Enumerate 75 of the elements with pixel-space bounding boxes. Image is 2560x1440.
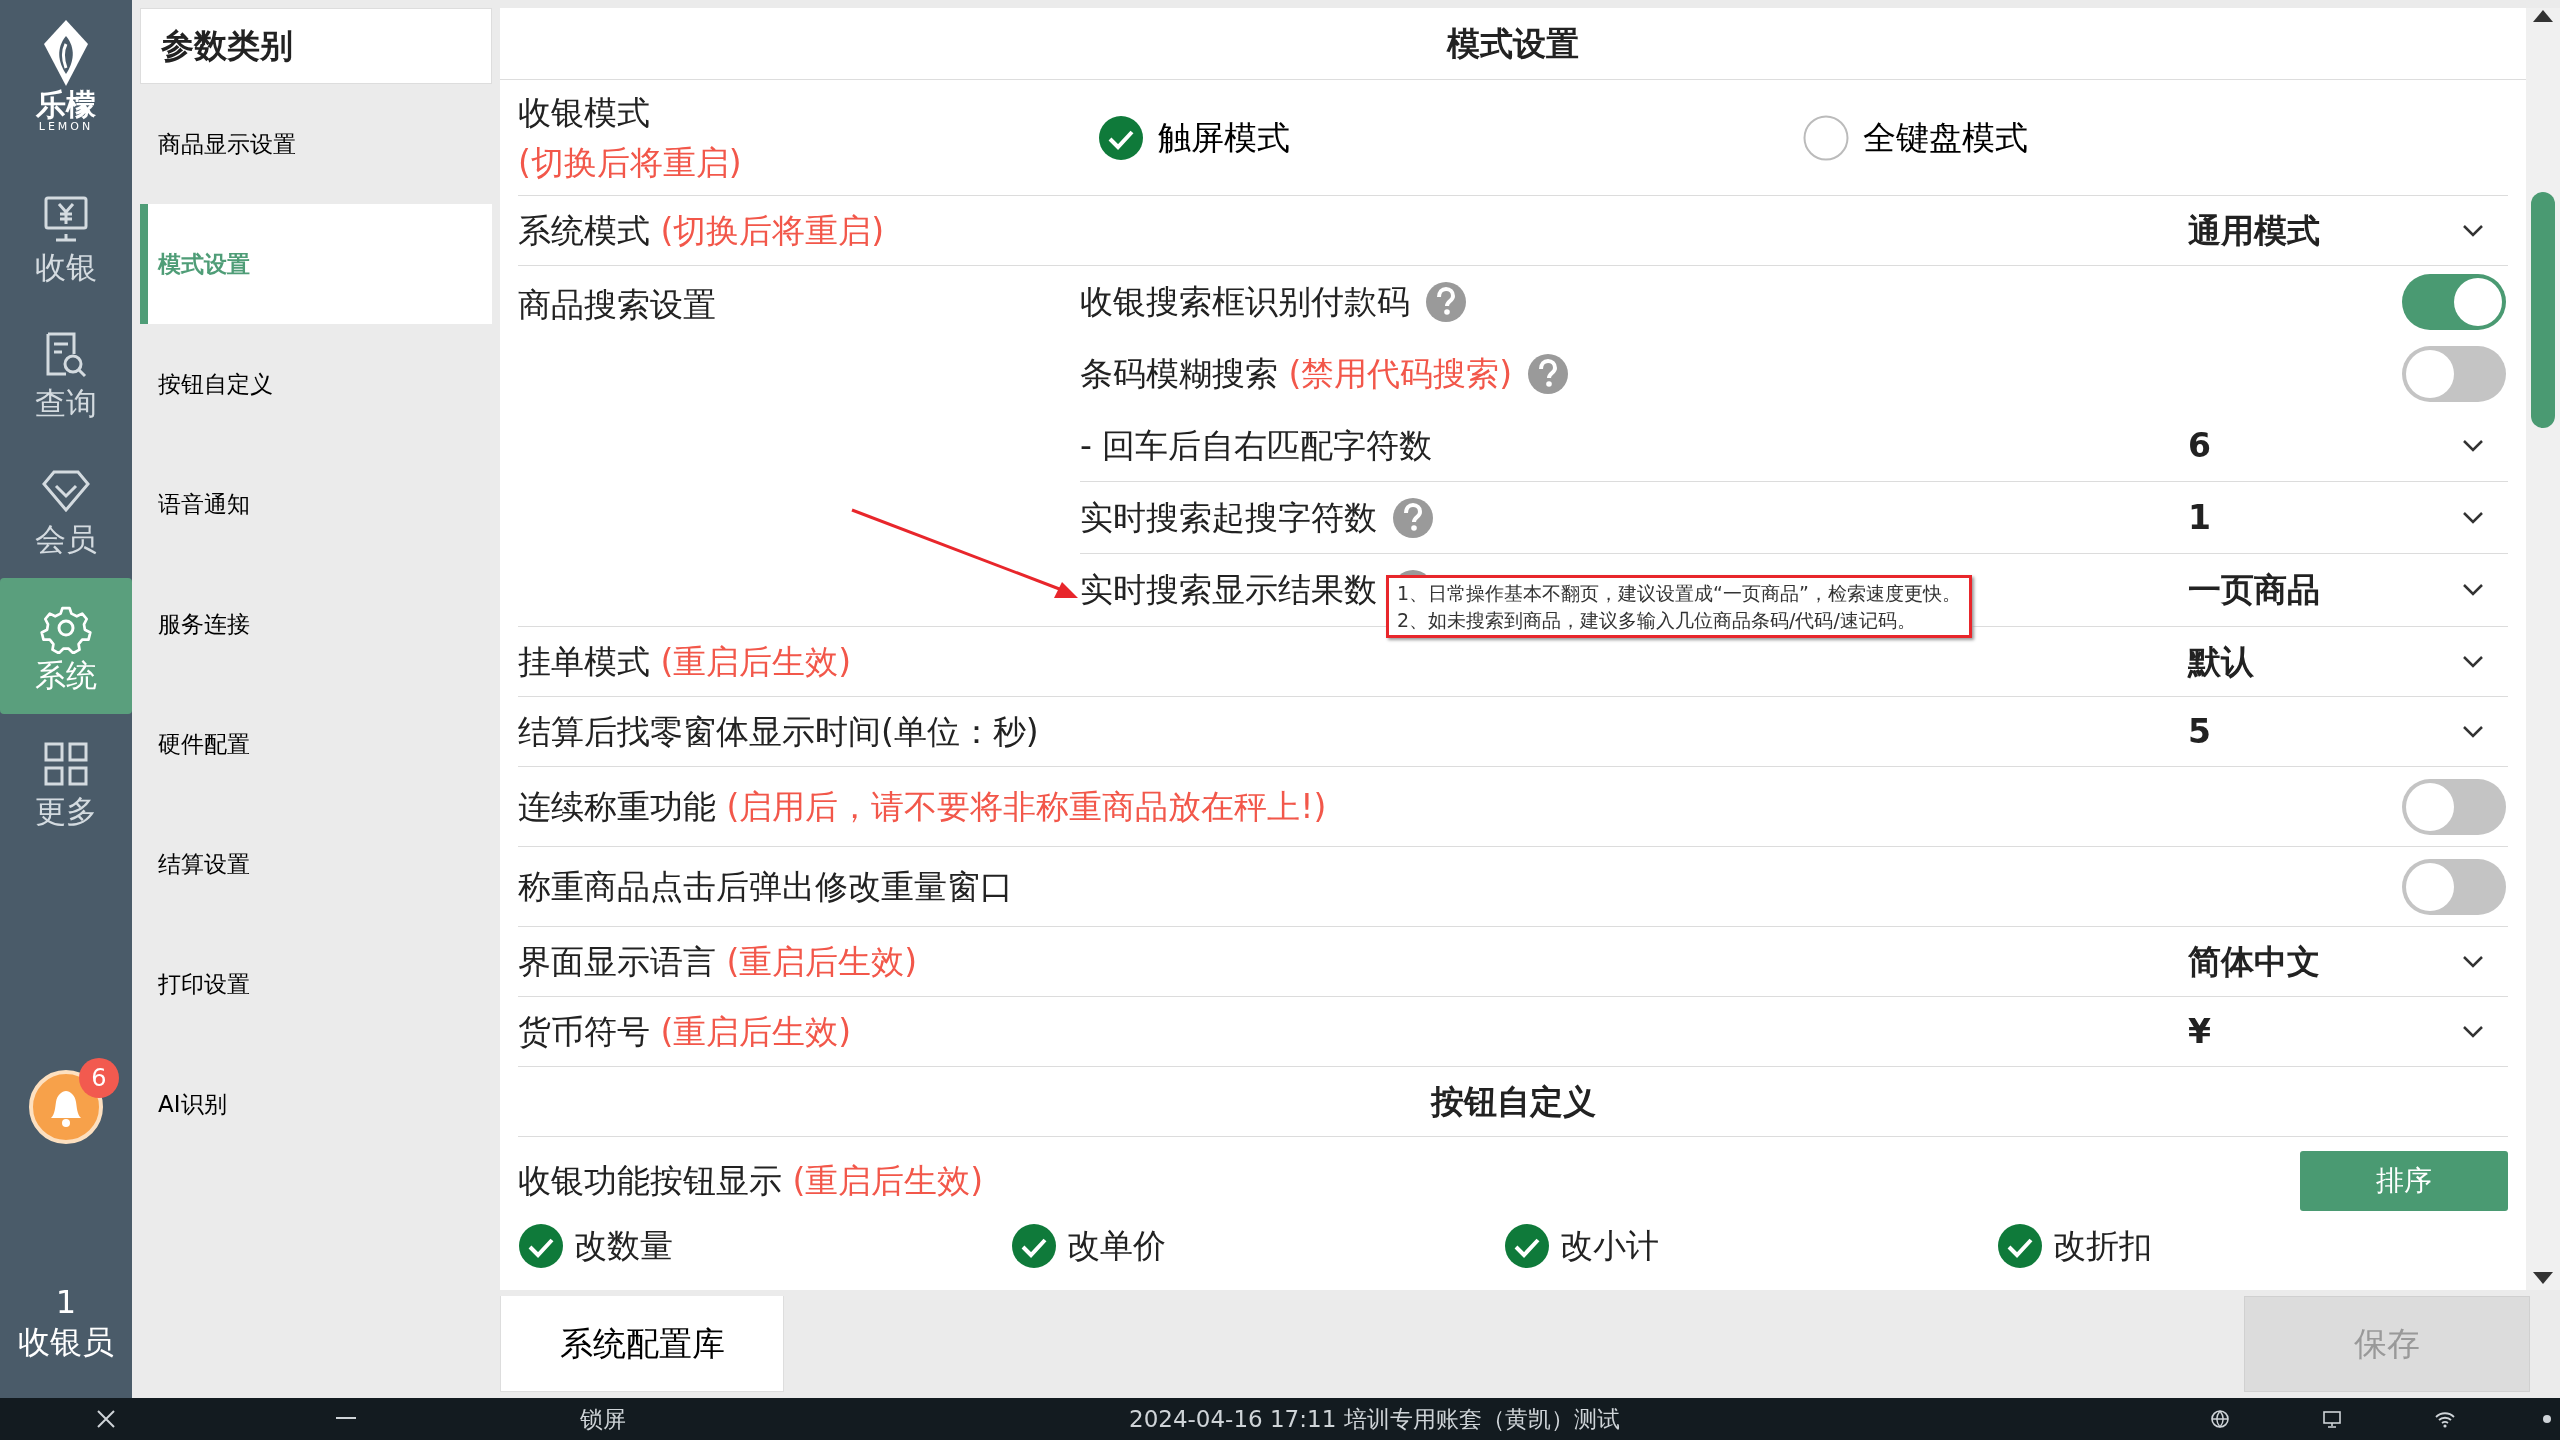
category-item[interactable]: 商品显示设置 bbox=[140, 84, 492, 204]
wifi-icon bbox=[2434, 1410, 2456, 1428]
chevron-down-icon bbox=[2462, 223, 2484, 238]
setting-label: 实时搜索显示结果数 bbox=[1080, 569, 1377, 612]
tooltip-line: 1、日常操作基本不翻页，建议设置成“一页商品”，检索速度更快。 bbox=[1397, 581, 1961, 606]
setting-label: 挂单模式 (重启后生效) bbox=[518, 640, 852, 683]
chevron-down-icon bbox=[2462, 583, 2484, 597]
setting-label: 收银搜索框识别付款码 bbox=[1080, 281, 1410, 324]
select-value[interactable]: 1 bbox=[2188, 492, 2438, 543]
chevron-down-icon bbox=[2462, 724, 2484, 739]
radio-option[interactable]: 触屏模式 bbox=[1098, 112, 1803, 163]
chevron-down-icon bbox=[2462, 654, 2484, 669]
setting-label: 系统模式 (切换后将重启) bbox=[518, 209, 885, 252]
nav-item[interactable]: 收银 bbox=[0, 170, 132, 306]
setting-label: 称重商品点击后弹出修改重量窗口 bbox=[518, 865, 1013, 908]
category-item[interactable]: 语音通知 bbox=[140, 444, 492, 564]
scrollbar[interactable] bbox=[2526, 8, 2560, 1290]
setting-label: 连续称重功能 (启用后，请不要将非称重商品放在秤上!) bbox=[518, 785, 1327, 828]
notification-badge: 6 bbox=[79, 1058, 119, 1098]
setting-label: 条码模糊搜索 (禁用代码搜索) bbox=[1080, 353, 1513, 396]
minimize-icon bbox=[336, 1417, 356, 1421]
select-value[interactable]: 简体中文 bbox=[2188, 936, 2438, 987]
setting-label: 收银模式 bbox=[518, 92, 651, 134]
chevron-down-icon bbox=[2462, 1024, 2484, 1039]
setting-label: 界面显示语言 (重启后生效) bbox=[518, 940, 918, 983]
category-item[interactable]: 打印设置 bbox=[140, 924, 492, 1044]
logo-text: 乐檬 bbox=[36, 88, 96, 121]
category-item[interactable]: 按钮自定义 bbox=[140, 324, 492, 444]
category-item[interactable]: AI识别 bbox=[140, 1044, 492, 1164]
select-value[interactable]: 5 bbox=[2188, 706, 2438, 757]
tooltip-line: 2、如未搜索到商品，建议多输入几位商品条码/代码/速记码。 bbox=[1397, 607, 1917, 633]
select-value[interactable]: 通用模式 bbox=[2188, 205, 2438, 256]
user-role: 收银员 bbox=[18, 1322, 114, 1362]
category-item[interactable]: 硬件配置 bbox=[140, 684, 492, 804]
radio-option[interactable]: 全键盘模式 bbox=[1803, 112, 2508, 163]
setting-label: 收银功能按钮显示 (重启后生效) bbox=[518, 1160, 984, 1203]
user-number: 1 bbox=[54, 1282, 78, 1322]
scroll-up-icon bbox=[2531, 8, 2555, 24]
category-item[interactable]: 结算设置 bbox=[140, 804, 492, 924]
setting-label: - 回车后自右匹配字符数 bbox=[1080, 424, 1433, 467]
checkbox-label[interactable]: 改单价 bbox=[1067, 1221, 1166, 1271]
lock-screen-link[interactable]: 锁屏 bbox=[580, 1401, 626, 1437]
setting-label: 商品搜索设置 bbox=[518, 285, 716, 324]
select-value[interactable]: 一页商品 bbox=[2188, 565, 2438, 615]
setting-label: 结算后找零窗体显示时间(单位：秒) bbox=[518, 710, 1039, 753]
chevron-down-icon bbox=[2462, 438, 2484, 453]
close-icon bbox=[96, 1409, 116, 1429]
scroll-thumb[interactable] bbox=[2531, 192, 2555, 428]
status-dot-icon bbox=[2542, 1414, 2552, 1424]
nav-item[interactable]: 更多 bbox=[0, 714, 132, 850]
chevron-down-icon bbox=[2462, 510, 2484, 525]
config-tab[interactable]: 系统配置库 bbox=[500, 1296, 784, 1392]
logo-subtext: LEMON bbox=[38, 121, 94, 132]
category-item[interactable]: 服务连接 bbox=[140, 564, 492, 684]
checkbox-label[interactable]: 改小计 bbox=[1560, 1221, 1659, 1271]
nav-item[interactable]: 查询 bbox=[0, 306, 132, 442]
scroll-down-icon bbox=[2531, 1270, 2555, 1286]
checkbox-label[interactable]: 改数量 bbox=[574, 1221, 673, 1271]
status-text: 2024-04-16 17:11 培训专用账套（黄凯）测试 bbox=[1129, 1404, 1620, 1434]
select-value[interactable]: ¥ bbox=[2188, 1006, 2438, 1057]
globe-icon bbox=[2210, 1409, 2230, 1429]
toggle-switch[interactable] bbox=[2402, 274, 2506, 330]
monitor-icon bbox=[2322, 1409, 2342, 1429]
checkbox-label[interactable]: 改折扣 bbox=[2053, 1221, 2152, 1271]
section-title: 按钮自定义 bbox=[518, 1067, 2508, 1137]
chevron-down-icon bbox=[2462, 954, 2484, 969]
select-value[interactable]: 默认 bbox=[2188, 636, 2438, 687]
nav-item[interactable]: 会员 bbox=[0, 442, 132, 578]
panel-title: 参数类别 bbox=[140, 8, 492, 84]
section-title: 模式设置 bbox=[500, 8, 2526, 80]
setting-label: 货币符号 (重启后生效) bbox=[518, 1010, 852, 1053]
setting-note: (切换后将重启) bbox=[518, 141, 743, 184]
select-value[interactable]: 6 bbox=[2188, 420, 2438, 471]
setting-label: 实时搜索起搜字符数 bbox=[1080, 496, 1377, 539]
toggle-switch[interactable] bbox=[2402, 346, 2506, 402]
